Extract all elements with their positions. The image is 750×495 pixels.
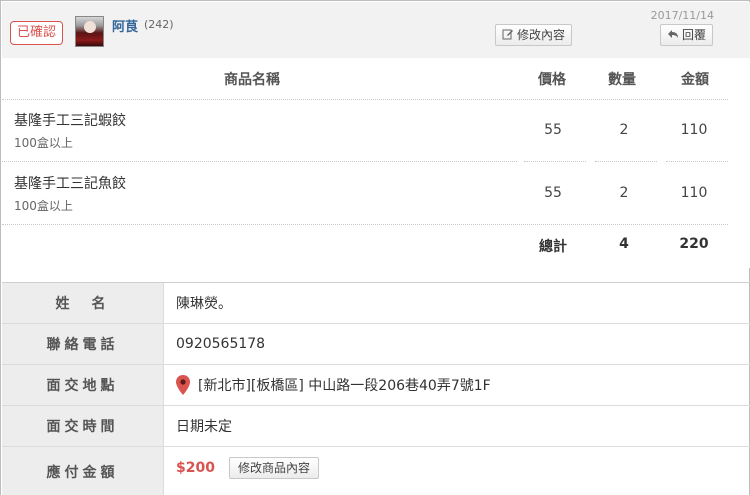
status-badge: 已確認 [10,21,64,45]
user-rating-count: (242) [144,18,174,31]
divider [595,161,657,162]
edit-content-button[interactable]: 修改內容 [495,24,573,46]
edit-icon [502,28,514,42]
order-panel: 已確認 阿茛 (242) 2017/11/14 修改內容 回覆 商品名稱 價格 … [0,0,750,495]
product-name: 基隆手工三記蝦餃 [14,113,126,129]
name-value: 陳琳熒。 [176,296,232,312]
reply-label: 回覆 [682,28,707,42]
reply-button[interactable]: 回覆 [660,24,714,46]
column-header-price: 價格 [538,72,566,88]
total-amount: 220 [679,236,709,252]
name-label: 姓 名 [2,283,164,323]
order-header: 已確認 阿茛 (242) 2017/11/14 修改內容 回覆 [2,2,750,58]
address-value: [新北市][板橋區] 中山路一段206巷40弄7號1F [198,378,491,394]
column-header-qty: 數量 [608,72,636,88]
payment-label: 應付金額 [2,447,164,495]
contact-info-table: 姓 名 陳琳熒。 聯絡電話 0920565178 面交地點 [新北市][板橋區]… [2,282,750,495]
product-desc: 100盒以上 [14,136,73,150]
divider [2,99,728,100]
address-label: 面交地點 [2,365,164,405]
edit-products-button[interactable]: 修改商品內容 [228,456,319,479]
product-amount: 110 [680,185,708,201]
payment-amount: $200 [176,459,215,476]
phone-label: 聯絡電話 [2,324,164,364]
product-desc: 100盒以上 [14,199,73,213]
divider [666,161,728,162]
total-qty: 4 [619,236,629,252]
info-row-payment: 應付金額 $200 修改商品內容 [2,447,750,495]
product-amount: 110 [680,122,708,138]
product-qty: 2 [619,185,629,201]
phone-value: 0920565178 [176,336,266,352]
product-table-header: 商品名稱 價格 數量 金額 [2,58,750,99]
info-row-time: 面交時間 日期未定 [2,406,750,447]
info-row-address: 面交地點 [新北市][板橋區] 中山路一段206巷40弄7號1F [2,365,750,406]
product-price: 55 [544,185,562,201]
divider [2,161,517,162]
product-table: 商品名稱 價格 數量 金額 基隆手工三記蝦餃 100盒以上 55 2 110 基… [2,58,750,268]
column-header-name: 商品名稱 [224,72,280,88]
product-price: 55 [544,122,562,138]
info-row-name: 姓 名 陳琳熒。 [2,283,750,324]
address-value-container: [新北市][板橋區] 中山路一段206巷40弄7號1F [176,365,491,405]
divider [524,161,586,162]
edit-content-label: 修改內容 [517,28,566,42]
user-name-link[interactable]: 阿茛 [112,16,138,35]
time-value: 日期未定 [176,419,232,435]
map-pin-icon[interactable] [176,375,190,395]
reply-arrow-icon [667,29,679,41]
payment-value-container: $200 修改商品內容 [176,447,319,488]
product-name: 基隆手工三記魚餃 [14,176,126,192]
order-date: 2017/11/14 [650,9,714,22]
total-label: 總計 [539,239,567,255]
product-qty: 2 [619,122,629,138]
avatar[interactable] [75,16,104,47]
divider [2,224,728,225]
info-row-phone: 聯絡電話 0920565178 [2,324,750,365]
time-label: 面交時間 [2,406,164,446]
column-header-amount: 金額 [681,72,709,88]
